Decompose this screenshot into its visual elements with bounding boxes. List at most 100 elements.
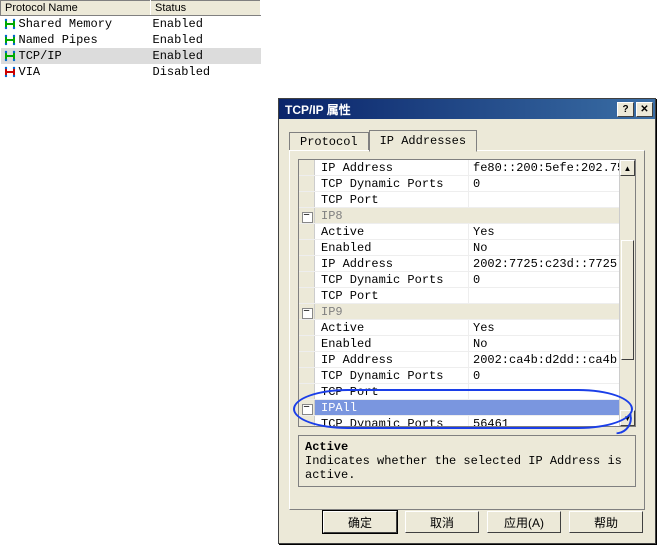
propgrid-value[interactable]: 56461: [469, 416, 619, 426]
tcpip-properties-dialog: TCP/IP 属性 ? ✕ Protocol IP Addresses IP A…: [278, 98, 656, 544]
protocol-icon: [3, 50, 17, 62]
protocol-name-cell: VIA: [1, 64, 151, 80]
scroll-down-button[interactable]: ▼: [620, 410, 635, 426]
protocol-row[interactable]: TCP/IPEnabled: [1, 48, 261, 64]
scrollbar-vertical[interactable]: ▲ ▼: [619, 160, 635, 426]
collapse-toggle-icon[interactable]: −: [299, 304, 315, 319]
description-text: Indicates whether the selected IP Addres…: [305, 454, 629, 482]
collapse-toggle-icon[interactable]: −: [299, 208, 315, 223]
propgrid-row[interactable]: TCP Dynamic Ports56461: [299, 416, 619, 426]
propgrid-gutter: [299, 336, 315, 351]
propgrid-row[interactable]: EnabledNo: [299, 240, 619, 256]
propgrid-value[interactable]: [469, 384, 619, 399]
propgrid-value[interactable]: fe80::200:5efe:202.75.210.2: [469, 160, 619, 175]
propgrid-label: IP Address: [315, 256, 469, 271]
propgrid-value[interactable]: Yes: [469, 224, 619, 239]
dialog-title: TCP/IP 属性: [285, 101, 351, 118]
protocol-row[interactable]: VIADisabled: [1, 64, 261, 80]
propgrid-category[interactable]: −IPAll: [299, 400, 619, 416]
protocol-name-cell: TCP/IP: [1, 48, 151, 64]
close-icon: ✕: [640, 104, 648, 115]
propgrid-row[interactable]: TCP Dynamic Ports0: [299, 176, 619, 192]
propgrid-gutter: [299, 352, 315, 367]
propgrid-label: TCP Port: [315, 384, 469, 399]
propgrid-row[interactable]: TCP Port: [299, 288, 619, 304]
propgrid-label: TCP Dynamic Ports: [315, 416, 469, 426]
propgrid-value[interactable]: 0: [469, 176, 619, 191]
propgrid-value[interactable]: 0: [469, 368, 619, 383]
propgrid-gutter: [299, 240, 315, 255]
propgrid-label: Active: [315, 224, 469, 239]
cancel-button[interactable]: 取消: [405, 511, 479, 533]
help-button-bottom[interactable]: 帮助: [569, 511, 643, 533]
propgrid-gutter: [299, 160, 315, 175]
col-header-status[interactable]: Status: [151, 1, 261, 16]
propgrid-label: IP Address: [315, 160, 469, 175]
propgrid-row[interactable]: TCP Dynamic Ports0: [299, 272, 619, 288]
protocol-icon: [3, 18, 17, 30]
propgrid-label: Enabled: [315, 240, 469, 255]
col-header-protocol-name[interactable]: Protocol Name: [1, 1, 151, 16]
propgrid-label: IP8: [315, 208, 619, 223]
propgrid-label: IPAll: [315, 400, 619, 415]
propgrid-row[interactable]: TCP Port: [299, 384, 619, 400]
propgrid-row[interactable]: IP Addressfe80::200:5efe:202.75.210.2: [299, 160, 619, 176]
propgrid-gutter: [299, 288, 315, 303]
propgrid-value[interactable]: No: [469, 336, 619, 351]
propgrid-gutter: [299, 368, 315, 383]
chevron-up-icon: ▲: [624, 164, 632, 173]
propgrid-label: TCP Dynamic Ports: [315, 176, 469, 191]
propgrid-label: TCP Port: [315, 288, 469, 303]
propgrid-label: IP9: [315, 304, 619, 319]
propgrid-row[interactable]: IP Address2002:7725:c23d::7725:c23d: [299, 256, 619, 272]
propgrid-label: IP Address: [315, 352, 469, 367]
propgrid-label: TCP Port: [315, 192, 469, 207]
propgrid-category[interactable]: −IP9: [299, 304, 619, 320]
apply-button[interactable]: 应用(A): [487, 511, 561, 533]
propgrid-row[interactable]: TCP Dynamic Ports0: [299, 368, 619, 384]
protocol-row[interactable]: Named PipesEnabled: [1, 32, 261, 48]
tab-protocol[interactable]: Protocol: [289, 132, 369, 151]
protocol-row[interactable]: Shared MemoryEnabled: [1, 16, 261, 33]
propgrid-value[interactable]: 2002:7725:c23d::7725:c23d: [469, 256, 619, 271]
dialog-titlebar[interactable]: TCP/IP 属性 ? ✕: [279, 99, 655, 119]
scroll-thumb[interactable]: [621, 240, 634, 360]
chevron-down-icon: ▼: [624, 414, 632, 423]
propgrid-row[interactable]: ActiveYes: [299, 224, 619, 240]
protocol-status-cell: Disabled: [151, 64, 261, 80]
scroll-up-button[interactable]: ▲: [620, 160, 635, 176]
help-button[interactable]: ?: [617, 102, 634, 117]
protocol-status-cell: Enabled: [151, 16, 261, 33]
tab-ip-addresses[interactable]: IP Addresses: [369, 130, 477, 152]
propgrid-gutter: [299, 176, 315, 191]
propgrid-value[interactable]: No: [469, 240, 619, 255]
ok-button[interactable]: 确定: [323, 511, 397, 533]
propgrid-value[interactable]: [469, 192, 619, 207]
propgrid-gutter: [299, 272, 315, 287]
close-button[interactable]: ✕: [636, 102, 653, 117]
propgrid-row[interactable]: EnabledNo: [299, 336, 619, 352]
propgrid-value[interactable]: Yes: [469, 320, 619, 335]
tabstrip: Protocol IP Addresses: [289, 129, 645, 151]
protocol-status-cell: Enabled: [151, 48, 261, 64]
collapse-toggle-icon[interactable]: −: [299, 400, 315, 415]
propgrid-gutter: [299, 256, 315, 271]
propgrid-label: TCP Dynamic Ports: [315, 272, 469, 287]
propgrid-row[interactable]: TCP Port: [299, 192, 619, 208]
propgrid-value[interactable]: 0: [469, 272, 619, 287]
propgrid-gutter: [299, 224, 315, 239]
protocol-name-cell: Shared Memory: [1, 16, 151, 33]
propgrid-label: TCP Dynamic Ports: [315, 368, 469, 383]
dialog-button-row: 确定 取消 应用(A) 帮助: [323, 511, 643, 533]
property-grid[interactable]: IP Addressfe80::200:5efe:202.75.210.2TCP…: [298, 159, 636, 427]
protocol-status-cell: Enabled: [151, 32, 261, 48]
propgrid-value[interactable]: [469, 288, 619, 303]
propgrid-row[interactable]: IP Address2002:ca4b:d2dd::ca4b:d2dd: [299, 352, 619, 368]
protocol-table[interactable]: Protocol Name Status Shared MemoryEnable…: [0, 0, 261, 80]
propgrid-gutter: [299, 320, 315, 335]
propgrid-category[interactable]: −IP8: [299, 208, 619, 224]
propgrid-value[interactable]: 2002:ca4b:d2dd::ca4b:d2dd: [469, 352, 619, 367]
protocol-name-cell: Named Pipes: [1, 32, 151, 48]
propgrid-gutter: [299, 192, 315, 207]
propgrid-row[interactable]: ActiveYes: [299, 320, 619, 336]
